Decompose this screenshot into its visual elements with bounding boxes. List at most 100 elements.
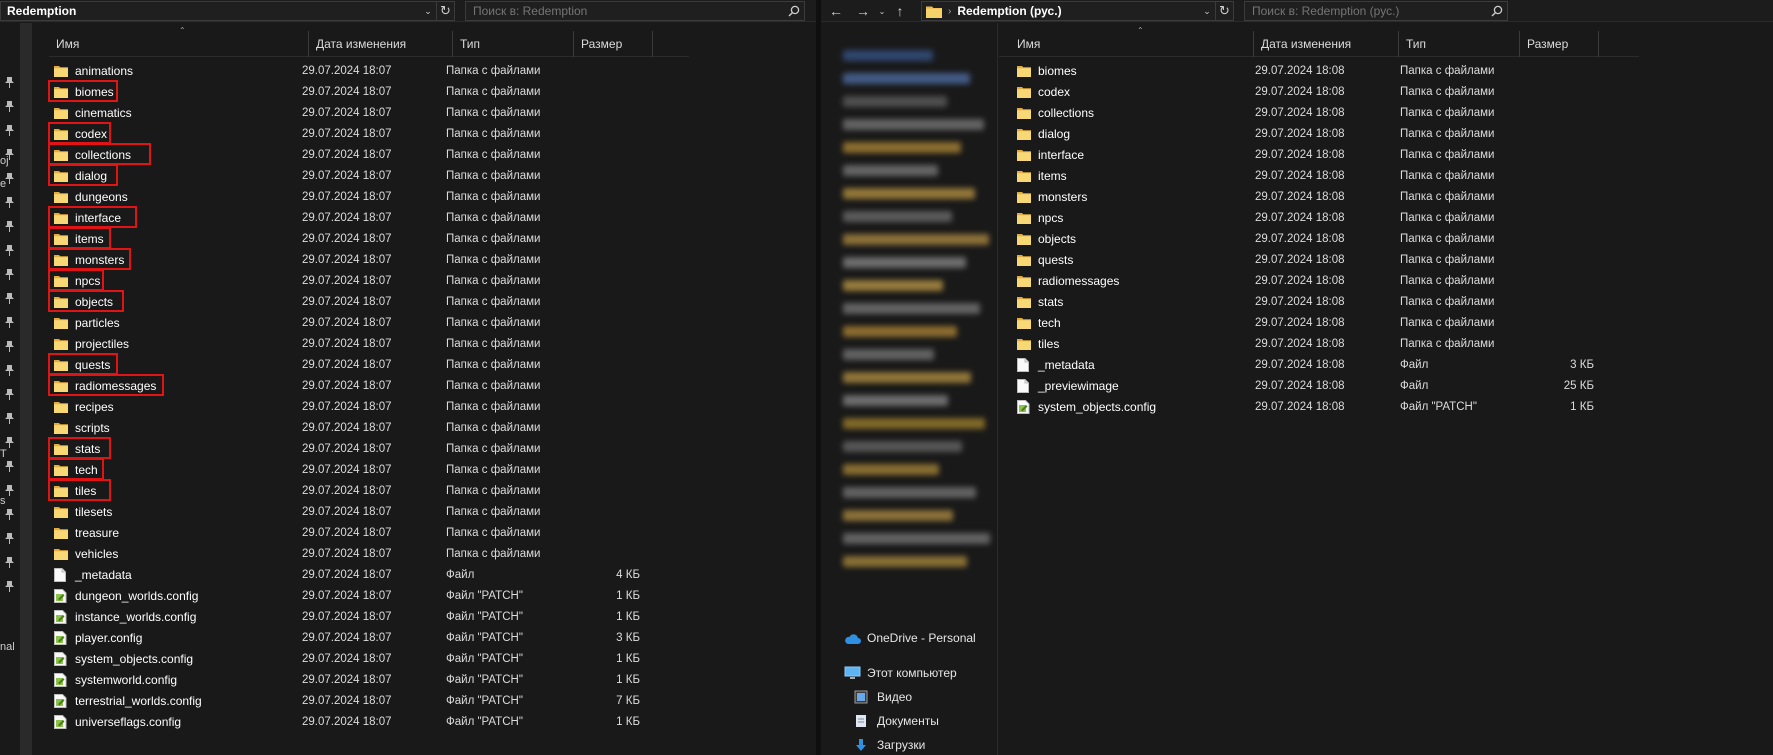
blurred-nav-item[interactable] [843,119,984,130]
blurred-nav-item[interactable] [843,96,947,107]
column-header-name[interactable]: Имя [49,30,309,57]
pin-icon[interactable] [3,364,15,376]
folder-row[interactable]: tiles 29.07.2024 18:07 Папка с файлами [36,480,816,501]
search-icon[interactable] [784,2,804,20]
chevron-down-icon[interactable]: ⌄ [1199,2,1215,20]
blurred-nav-item[interactable] [843,395,948,406]
pin-icon[interactable] [3,388,15,400]
file-row[interactable]: _metadata 29.07.2024 18:08 Файл 3 КБ [999,354,1773,375]
blurred-nav-item[interactable] [843,487,976,498]
left-search-input[interactable] [466,4,784,18]
folder-row[interactable]: interface 29.07.2024 18:08 Папка с файлами [999,144,1773,165]
pin-icon[interactable] [3,580,15,592]
folder-row[interactable]: dialog 29.07.2024 18:07 Папка с файлами [36,165,816,186]
folder-row[interactable]: objects 29.07.2024 18:07 Папка с файлами [36,291,816,312]
left-address-bar[interactable]: Redemption ⌄ ↻ [0,1,455,21]
column-header-name[interactable]: Имя [999,30,1254,57]
pin-icon[interactable] [3,460,15,472]
pin-icon[interactable] [3,196,15,208]
folder-row[interactable]: npcs 29.07.2024 18:08 Папка с файлами [999,207,1773,228]
folder-row[interactable]: collections 29.07.2024 18:08 Папка с файла… [999,102,1773,123]
folder-row[interactable]: interface 29.07.2024 18:07 Папка с файлами [36,207,816,228]
blurred-nav-item[interactable] [843,188,975,199]
blurred-nav-item[interactable] [843,303,980,314]
blurred-nav-item[interactable] [843,165,938,176]
left-search-box[interactable] [465,1,805,21]
folder-row[interactable]: npcs 29.07.2024 18:07 Папка с файлами [36,270,816,291]
folder-row[interactable]: tech 29.07.2024 18:08 Папка с файлами [999,312,1773,333]
folder-row[interactable]: tilesets 29.07.2024 18:07 Папка с файлами [36,501,816,522]
file-row[interactable]: system_objects.config 29.07.2024 18:07 Фай… [36,648,816,669]
column-header-date[interactable]: Дата изменения [309,30,453,57]
blurred-nav-item[interactable] [843,418,985,429]
pin-icon[interactable] [3,220,15,232]
file-row[interactable]: _previewimage 29.07.2024 18:08 Файл 25 КБ [999,375,1773,396]
file-row[interactable]: dungeon_worlds.config 29.07.2024 18:07 Фай… [36,585,816,606]
pin-icon[interactable] [3,316,15,328]
pin-icon[interactable] [3,76,15,88]
folder-row[interactable]: monsters 29.07.2024 18:07 Папка с файлами [36,249,816,270]
blurred-nav-item[interactable] [843,73,970,84]
folder-row[interactable]: biomes 29.07.2024 18:07 Папка с файлами [36,81,816,102]
folder-row[interactable]: vehicles 29.07.2024 18:07 Папка с файлами [36,543,816,564]
folder-row[interactable]: tech 29.07.2024 18:07 Папка с файлами [36,459,816,480]
folder-row[interactable]: collections 29.07.2024 18:07 Папка с файла… [36,144,816,165]
nav-item-downloads[interactable]: Загрузки [854,737,925,753]
blurred-nav-item[interactable] [843,211,952,222]
pin-icon[interactable] [3,436,15,448]
column-header-size[interactable]: Размер [1520,30,1599,57]
folder-row[interactable]: quests 29.07.2024 18:08 Папка с файлами [999,249,1773,270]
pin-icon[interactable] [3,100,15,112]
nav-item-onedrive[interactable]: OneDrive - Personal [844,630,976,646]
file-row[interactable]: universeflags.config 29.07.2024 18:07 Файл… [36,711,816,732]
folder-row[interactable]: stats 29.07.2024 18:07 Папка с файлами [36,438,816,459]
blurred-nav-item[interactable] [843,533,990,544]
pin-icon[interactable] [3,268,15,280]
up-arrow-icon[interactable]: ↑ [891,2,909,20]
file-row[interactable]: _metadata 29.07.2024 18:07 Файл 4 КБ [36,564,816,585]
column-header-size[interactable]: Размер [574,30,653,57]
blurred-nav-item[interactable] [843,142,961,153]
nav-scrollbar[interactable] [20,23,32,755]
pin-icon[interactable] [3,292,15,304]
back-arrow-icon[interactable]: ← [827,2,845,20]
pin-icon[interactable] [3,412,15,424]
refresh-icon[interactable]: ↻ [1215,2,1233,20]
file-row[interactable]: systemworld.config 29.07.2024 18:07 Файл "… [36,669,816,690]
file-row[interactable]: system_objects.config 29.07.2024 18:08 Фай… [999,396,1773,417]
folder-row[interactable]: stats 29.07.2024 18:08 Папка с файлами [999,291,1773,312]
folder-row[interactable]: dungeons 29.07.2024 18:07 Папка с файлами [36,186,816,207]
folder-row[interactable]: cinematics 29.07.2024 18:07 Папка с файлам… [36,102,816,123]
column-header-type[interactable]: Тип [453,30,574,57]
blurred-nav-item[interactable] [843,464,939,475]
folder-row[interactable]: dialog 29.07.2024 18:08 Папка с файлами [999,123,1773,144]
folder-row[interactable]: codex 29.07.2024 18:07 Папка с файлами [36,123,816,144]
file-row[interactable]: player.config 29.07.2024 18:07 Файл "PATCH… [36,627,816,648]
folder-row[interactable]: radiomessages 29.07.2024 18:08 Папка с фай… [999,270,1773,291]
pin-icon[interactable] [3,340,15,352]
folder-row[interactable]: quests 29.07.2024 18:07 Папка с файлами [36,354,816,375]
folder-row[interactable]: codex 29.07.2024 18:08 Папка с файлами [999,81,1773,102]
folder-row[interactable]: projectiles 29.07.2024 18:07 Папка с файла… [36,333,816,354]
right-address-bar[interactable]: › Redemption (рус.) ⌄ ↻ [921,1,1234,21]
pin-icon[interactable] [3,556,15,568]
nav-item-video[interactable]: Видео [854,689,912,705]
blurred-nav-item[interactable] [843,372,971,383]
refresh-icon[interactable]: ↻ [436,2,454,20]
folder-row[interactable]: animations 29.07.2024 18:07 Папка с файлам… [36,60,816,81]
folder-row[interactable]: radiomessages 29.07.2024 18:07 Папка с фай… [36,375,816,396]
folder-row[interactable]: biomes 29.07.2024 18:08 Папка с файлами [999,60,1773,81]
file-row[interactable]: terrestrial_worlds.config 29.07.2024 18:0… [36,690,816,711]
file-row[interactable]: instance_worlds.config 29.07.2024 18:07 Фа… [36,606,816,627]
forward-arrow-icon[interactable]: → [854,2,872,20]
blurred-nav-item[interactable] [843,50,933,61]
blurred-nav-item[interactable] [843,349,934,360]
pin-icon[interactable] [3,532,15,544]
pin-icon[interactable] [3,244,15,256]
blurred-nav-item[interactable] [843,257,966,268]
pin-icon[interactable] [3,508,15,520]
folder-row[interactable]: items 29.07.2024 18:08 Папка с файлами [999,165,1773,186]
folder-row[interactable]: items 29.07.2024 18:07 Папка с файлами [36,228,816,249]
right-search-input[interactable] [1245,4,1487,18]
folder-row[interactable]: recipes 29.07.2024 18:07 Папка с файлами [36,396,816,417]
